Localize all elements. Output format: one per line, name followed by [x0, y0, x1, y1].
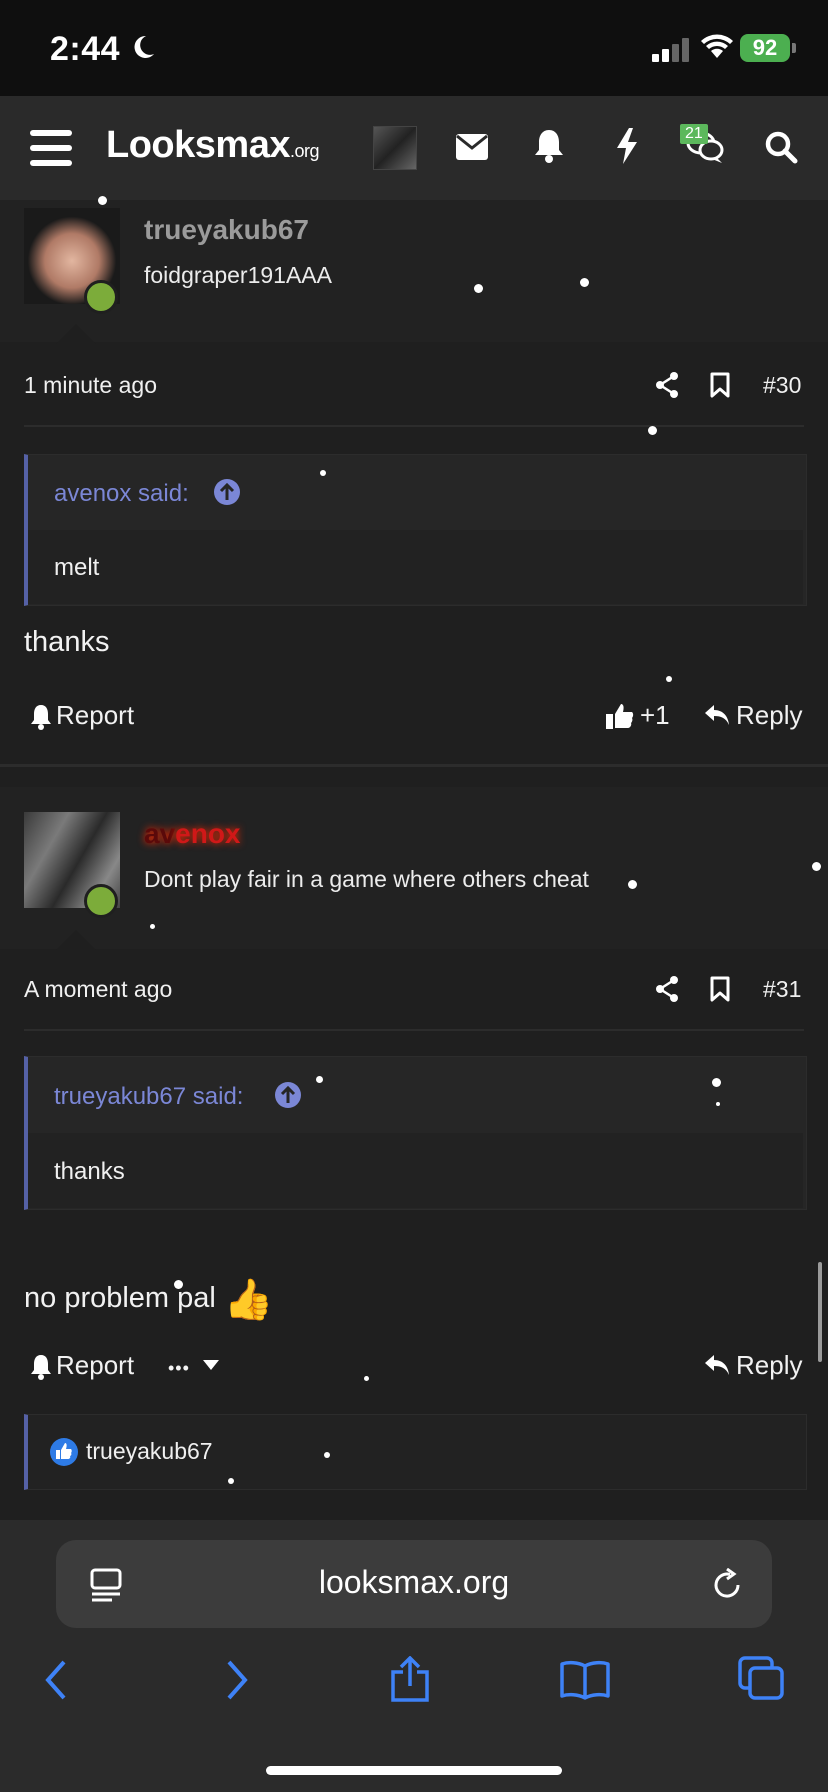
signal-icon: [652, 38, 689, 62]
post-separator: [0, 764, 828, 767]
username-part-1: av: [144, 818, 176, 849]
reply-button[interactable]: Reply: [736, 700, 802, 731]
snow-dot: [316, 1076, 323, 1083]
url-text[interactable]: looksmax.org: [56, 1564, 772, 1601]
snow-dot: [364, 1376, 369, 1381]
snow-dot: [98, 196, 107, 205]
moon-icon: [134, 35, 154, 58]
share-icon[interactable]: [655, 372, 679, 398]
snow-dot: [628, 880, 637, 889]
scrollbar[interactable]: [818, 1262, 822, 1362]
post-31-quote-text: thanks: [54, 1158, 125, 1185]
snow-dot: [324, 1452, 330, 1458]
logo-main: Looksmax: [106, 124, 290, 166]
snow-dot: [580, 278, 589, 287]
snow-dot: [228, 1478, 234, 1484]
username-part-2: enox: [175, 818, 241, 849]
bell-icon[interactable]: [533, 128, 565, 164]
snow-dot: [174, 1280, 183, 1289]
account-avatar[interactable]: [373, 126, 417, 170]
more-label: •••: [168, 1358, 190, 1378]
more-options-button[interactable]: •••: [168, 1350, 190, 1381]
post-30-number[interactable]: #30: [763, 372, 801, 399]
battery-nub: [792, 43, 796, 53]
post-31-number[interactable]: #31: [763, 976, 801, 1003]
post-30-header: [0, 200, 828, 342]
forward-icon[interactable]: [225, 1660, 249, 1700]
chat-count-badge: 21: [680, 124, 708, 144]
logo-suffix: .org: [289, 141, 320, 161]
snow-dot: [712, 1078, 721, 1087]
mail-icon[interactable]: [456, 134, 488, 160]
search-icon[interactable]: [764, 130, 798, 164]
battery-indicator: 92: [740, 34, 790, 62]
post-31-timestamp[interactable]: A moment ago: [24, 976, 172, 1003]
report-button[interactable]: Report: [56, 1350, 134, 1381]
back-icon[interactable]: [44, 1660, 68, 1700]
post-30-timestamp[interactable]: 1 minute ago: [24, 372, 157, 399]
quote-body: [28, 1133, 803, 1208]
reply-button[interactable]: Reply: [736, 1350, 802, 1381]
quote-author-label: avenox said:: [54, 480, 189, 507]
bell-icon: [31, 705, 51, 730]
bookmark-icon[interactable]: [710, 976, 730, 1002]
snow-dot: [716, 1102, 720, 1106]
post-30-quote-author[interactable]: avenox said:: [54, 480, 189, 508]
arrow-up-circle-icon[interactable]: [213, 478, 241, 506]
site-logo[interactable]: Looksmax.org: [106, 124, 320, 167]
online-status-indicator: [84, 884, 118, 918]
thumbs-up-emoji: 👍: [223, 1278, 274, 1322]
like-count[interactable]: +1: [640, 700, 670, 731]
bell-icon: [31, 1355, 51, 1380]
quote-body: [28, 530, 803, 604]
divider: [24, 425, 804, 427]
post-31-message: no problem pal 👍: [24, 1276, 274, 1323]
like-reaction-icon: [50, 1438, 78, 1466]
post-30-message: thanks: [24, 626, 110, 658]
post-header-pointer: [56, 930, 96, 950]
snow-dot: [150, 924, 155, 929]
share-icon[interactable]: [655, 976, 679, 1002]
reload-icon[interactable]: [710, 1568, 744, 1602]
bolt-icon[interactable]: [615, 128, 639, 164]
reply-icon[interactable]: [704, 704, 730, 726]
snow-dot: [666, 676, 672, 682]
message-text: no problem pal: [24, 1282, 216, 1314]
online-status-indicator: [84, 280, 118, 314]
quote-author-label: trueyakub67 said:: [54, 1083, 244, 1110]
share-icon[interactable]: [390, 1656, 430, 1702]
post-31-quote-author[interactable]: trueyakub67 said:: [54, 1083, 243, 1111]
home-indicator: [266, 1766, 562, 1775]
snow-dot: [320, 470, 326, 476]
divider: [24, 1029, 804, 1031]
bookmarks-icon[interactable]: [560, 1660, 610, 1700]
report-button[interactable]: Report: [56, 700, 134, 731]
tabs-icon[interactable]: [738, 1656, 784, 1700]
snow-dot: [648, 426, 657, 435]
post-30-user-title: foidgraper191AAA: [144, 262, 332, 288]
menu-icon[interactable]: [30, 130, 72, 166]
arrow-up-circle-icon[interactable]: [274, 1081, 302, 1109]
wifi-icon: [701, 34, 733, 58]
post-31-user-title: Dont play fair in a game where others ch…: [144, 866, 589, 892]
bookmark-icon[interactable]: [710, 372, 730, 398]
caret-down-icon[interactable]: [203, 1360, 219, 1370]
post-30-quote-text: melt: [54, 554, 100, 581]
post-header-pointer: [56, 324, 96, 344]
post-31-username[interactable]: avenox: [144, 818, 241, 850]
status-time: 2:44: [50, 30, 121, 68]
snow-dot: [474, 284, 483, 293]
reaction-user[interactable]: trueyakub67: [86, 1438, 213, 1465]
thumbs-up-icon[interactable]: [606, 702, 634, 730]
reply-icon[interactable]: [704, 1354, 730, 1376]
snow-dot: [812, 862, 821, 871]
post-30-username[interactable]: trueyakub67: [144, 214, 309, 246]
